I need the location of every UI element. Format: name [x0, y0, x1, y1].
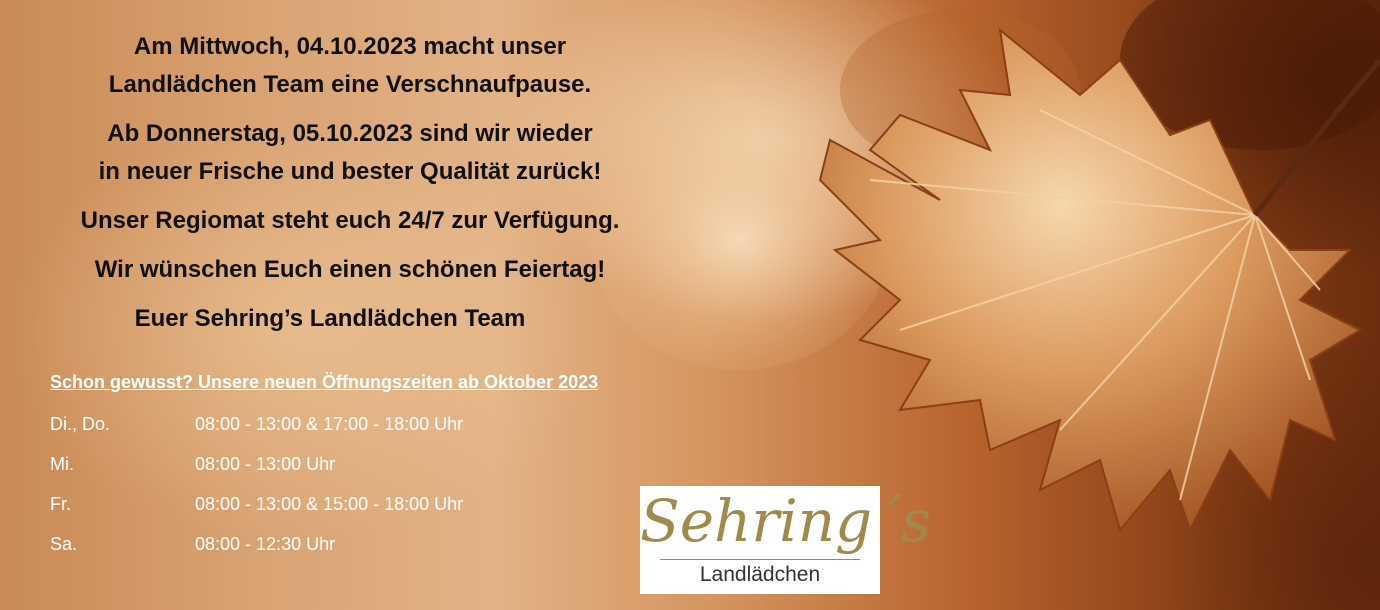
- opening-hours-day: Di., Do.: [50, 414, 111, 434]
- sehrings-logo: Sehring´s Landlädchen: [640, 486, 931, 594]
- opening-hours-time: 08:00 - 13:00 & 17:00 - 18:00 Uhr: [195, 414, 464, 434]
- opening-hours-day: Sa.: [50, 534, 78, 554]
- opening-hours-heading: Schon gewusst? Unsere neuen Öffnungszeit…: [50, 372, 599, 392]
- opening-hours-day: Mi.: [50, 454, 74, 474]
- logo-divider: [660, 559, 860, 560]
- opening-hours-time: 08:00 - 13:00 & 15:00 - 18:00 Uhr: [195, 494, 464, 514]
- announcement-line: in neuer Frische und bester Qualität zur…: [98, 158, 602, 185]
- logo-name: Sehring´s: [640, 487, 931, 555]
- announcement-line: Am Mittwoch, 04.10.2023 macht unser: [133, 33, 567, 60]
- announcement-line: Ab Donnerstag, 05.10.2023 sind wir wiede…: [107, 120, 593, 147]
- announcement-line: Unser Regiomat steht euch 24/7 zur Verfü…: [80, 207, 620, 234]
- announcement-signature: Euer Sehring’s Landlädchen Team: [134, 305, 526, 332]
- logo-subtitle: Landlädchen: [699, 563, 821, 586]
- opening-hours-time: 08:00 - 12:30 Uhr: [195, 534, 336, 554]
- opening-hours-time: 08:00 - 13:00 Uhr: [195, 454, 336, 474]
- opening-hours-day: Fr.: [50, 494, 71, 514]
- announcement-line: Landlädchen Team eine Verschnaufpause.: [108, 71, 592, 98]
- announcement-line: Wir wünschen Euch einen schönen Feiertag…: [94, 256, 606, 283]
